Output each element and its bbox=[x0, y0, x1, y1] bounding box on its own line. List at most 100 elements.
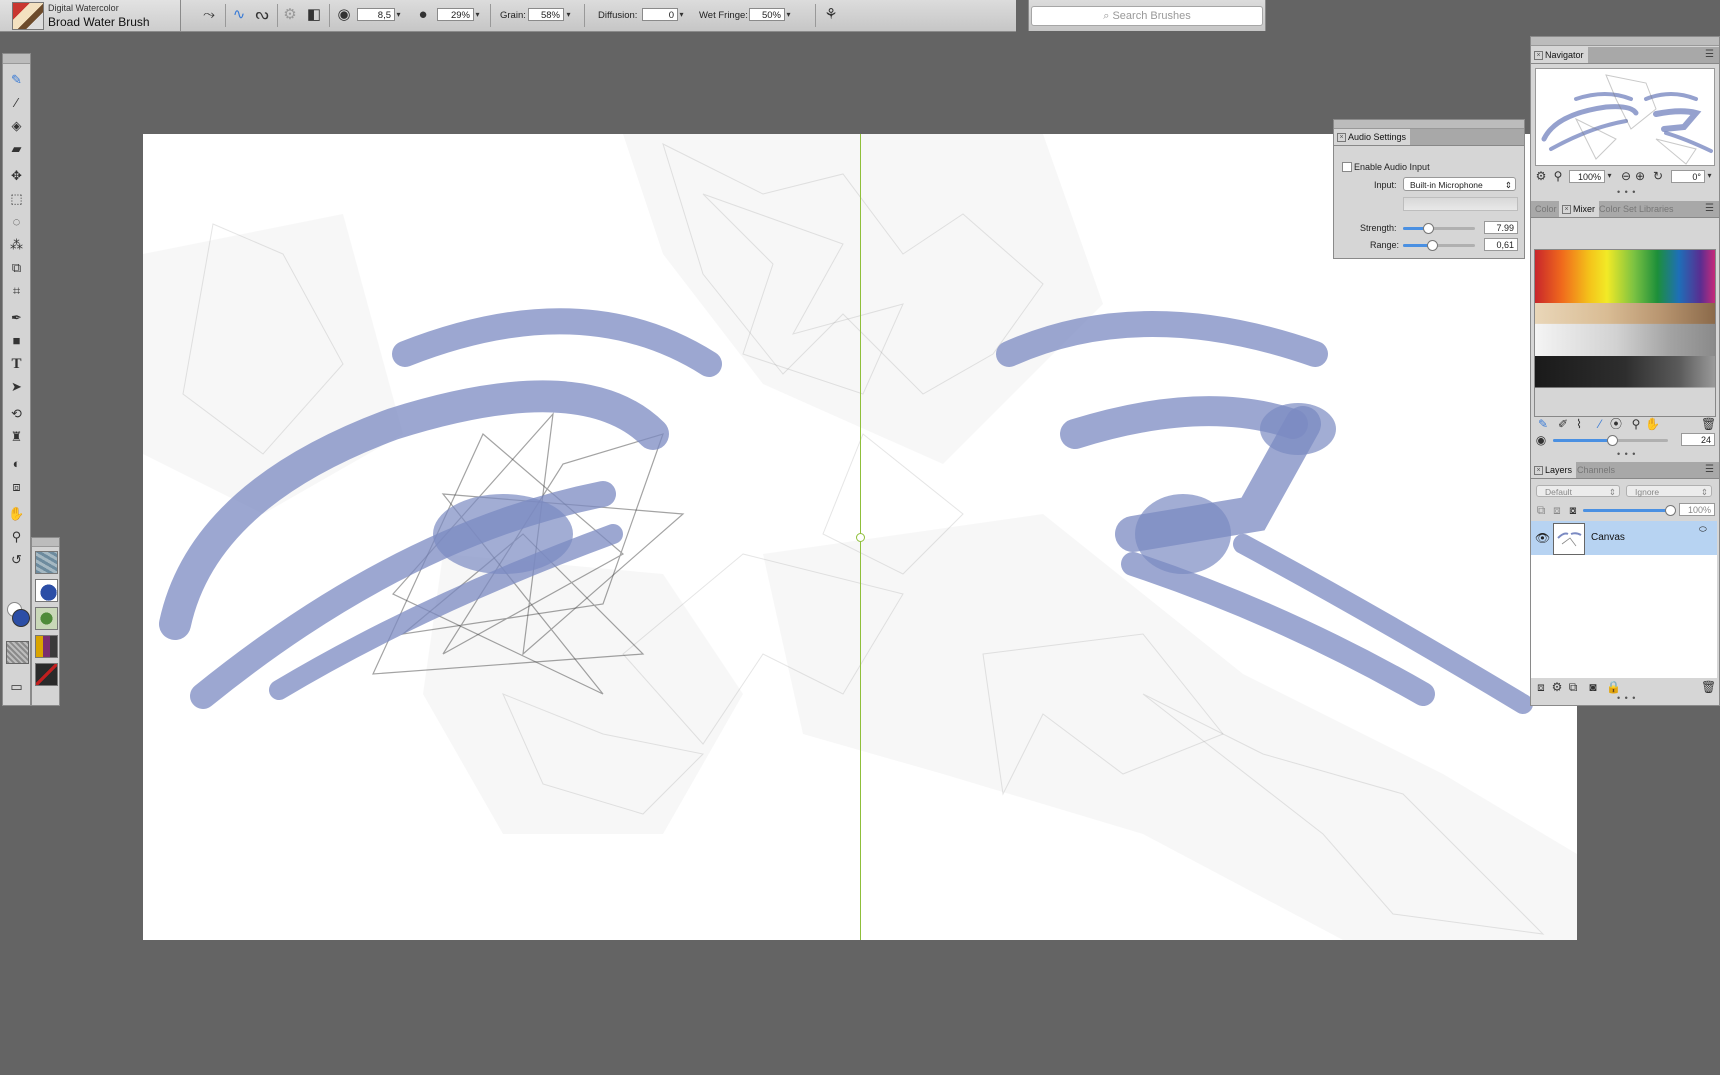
look-selector[interactable] bbox=[35, 663, 58, 686]
close-icon[interactable]: × bbox=[1337, 133, 1346, 142]
panel-menu-icon[interactable]: ☰ bbox=[1705, 465, 1715, 475]
weave-selector[interactable] bbox=[35, 635, 58, 658]
mixer-apply-color-icon[interactable]: ✐ bbox=[1556, 417, 1570, 431]
screen-mode-icon[interactable]: ▭ bbox=[6, 677, 27, 697]
close-icon[interactable]: × bbox=[1534, 466, 1543, 475]
rubber-stamp-tool-icon[interactable]: ♜ bbox=[6, 427, 27, 447]
paint-bucket-tool-icon[interactable]: ◈ bbox=[6, 116, 27, 136]
tab-channels[interactable]: Channels bbox=[1573, 462, 1619, 478]
layer-commands-icon[interactable]: ⧈ bbox=[1534, 680, 1548, 694]
magic-wand-tool-icon[interactable]: ⁂ bbox=[6, 235, 27, 255]
rotate-icon[interactable]: ↻ bbox=[1651, 169, 1665, 183]
clone-tool-icon[interactable]: ⟲ bbox=[6, 404, 27, 424]
tab-audio-settings[interactable]: × Audio Settings bbox=[1334, 129, 1411, 145]
rotation-dropdown-icon[interactable]: ▾ bbox=[1705, 170, 1714, 182]
pattern-selector[interactable] bbox=[35, 551, 58, 574]
brush-selector[interactable]: Digital Watercolor Broad Water Brush bbox=[0, 0, 181, 31]
dry-digital-watercolor-icon[interactable]: ⚘ bbox=[822, 6, 840, 24]
brush-dab-icon[interactable]: ◧ bbox=[305, 6, 323, 24]
mixer-zoom-icon[interactable]: ⚲ bbox=[1629, 417, 1643, 431]
wet-fringe-dropdown-icon[interactable]: ▾ bbox=[784, 9, 793, 21]
range-slider[interactable] bbox=[1403, 240, 1475, 251]
layer-visibility-option-icon[interactable]: ⧇ bbox=[1566, 503, 1580, 517]
opacity-field[interactable]: 29% bbox=[437, 8, 474, 21]
enable-audio-checkbox[interactable] bbox=[1342, 162, 1352, 172]
grain-dropdown-icon[interactable]: ▾ bbox=[564, 9, 573, 21]
input-select[interactable]: Built-in Microphone ⇕ bbox=[1403, 177, 1516, 191]
wet-fringe-field[interactable]: 50% bbox=[749, 8, 785, 21]
panel-resize-handle[interactable]: • • • bbox=[1617, 693, 1636, 703]
mixer-brush-size-slider[interactable] bbox=[1553, 435, 1668, 446]
mixer-pad[interactable] bbox=[1534, 249, 1716, 417]
panel-resize-handle[interactable]: • • • bbox=[1617, 449, 1636, 459]
mixer-size-knob[interactable] bbox=[1607, 435, 1618, 446]
stroke-straight-icon[interactable]: ᔓ bbox=[253, 6, 271, 24]
paper-selector[interactable] bbox=[6, 641, 29, 664]
layer-link-icon[interactable]: ⬭ bbox=[1699, 524, 1707, 535]
tab-color[interactable]: Color bbox=[1531, 201, 1561, 217]
rectangular-selection-tool-icon[interactable]: ⬚ bbox=[6, 189, 27, 209]
navigator-preview[interactable] bbox=[1535, 68, 1715, 166]
layer-adjuster-tool-icon[interactable]: ✥ bbox=[6, 166, 27, 186]
mixer-sample-color-icon[interactable]: ⁄ bbox=[1593, 417, 1607, 431]
gradient-selector[interactable] bbox=[35, 579, 58, 602]
range-slider-knob[interactable] bbox=[1427, 240, 1438, 251]
size-field[interactable]: 8,5 bbox=[357, 8, 395, 21]
grabber-tool-icon[interactable]: ✋ bbox=[6, 504, 27, 524]
transform-tool-icon[interactable]: ⧉ bbox=[6, 258, 27, 278]
rotation-field[interactable]: 0° bbox=[1671, 170, 1705, 183]
size-dropdown-icon[interactable]: ▾ bbox=[394, 9, 403, 21]
mirror-painting-tool-icon[interactable]: ⧈ bbox=[6, 477, 27, 497]
layer-row-canvas[interactable]: 👁 Canvas ⬭ bbox=[1531, 521, 1717, 555]
tab-color-set-libraries[interactable]: Color Set Libraries bbox=[1595, 201, 1678, 217]
panel-menu-icon[interactable]: ☰ bbox=[1705, 50, 1715, 60]
diffusion-field[interactable]: 0 bbox=[642, 8, 678, 21]
zoom-icon[interactable]: ⚲ bbox=[1551, 169, 1565, 183]
stroke-freehand-icon[interactable]: ∿ bbox=[230, 6, 248, 24]
panel-menu-icon[interactable]: ☰ bbox=[1705, 204, 1715, 214]
stroke-attributes-icon[interactable]: ⚙ bbox=[281, 6, 299, 24]
panel-resize-handle[interactable]: • • • bbox=[1617, 187, 1636, 197]
eye-icon[interactable]: 👁 bbox=[1535, 531, 1550, 545]
close-icon[interactable]: × bbox=[1534, 51, 1543, 60]
brush-tool-icon[interactable]: ✎ bbox=[6, 70, 27, 90]
nozzle-selector[interactable] bbox=[35, 607, 58, 630]
crop-tool-icon[interactable]: ⌗ bbox=[6, 281, 27, 301]
new-layer-icon[interactable]: ⧉ bbox=[1566, 680, 1580, 694]
dock-title-bar[interactable] bbox=[1531, 37, 1719, 46]
composite-method-select[interactable]: Default ⇕ bbox=[1536, 485, 1620, 497]
diffusion-dropdown-icon[interactable]: ▾ bbox=[677, 9, 686, 21]
tab-navigator[interactable]: × Navigator bbox=[1531, 47, 1588, 63]
mixer-dirty-brush-icon[interactable]: ✎ bbox=[1536, 417, 1550, 431]
layer-opacity-knob[interactable] bbox=[1665, 505, 1676, 516]
navigator-settings-icon[interactable]: ⚙ bbox=[1534, 169, 1548, 183]
strength-field[interactable]: 7.99 bbox=[1484, 221, 1518, 234]
zoom-out-icon[interactable]: ⊖ bbox=[1619, 169, 1633, 183]
panel-title-bar[interactable] bbox=[1334, 120, 1524, 129]
layer-opacity-field[interactable]: 100% bbox=[1679, 503, 1715, 516]
zoom-dropdown-icon[interactable]: ▾ bbox=[1605, 170, 1614, 182]
grain-field[interactable]: 58% bbox=[528, 8, 564, 21]
layer-opacity-slider[interactable] bbox=[1583, 505, 1676, 516]
pick-up-underlying-color-icon[interactable]: ⧉ bbox=[1534, 503, 1548, 517]
lock-layer-icon[interactable]: 🔒 bbox=[1606, 680, 1621, 694]
mixer-clear-icon[interactable]: 🗑 bbox=[1701, 417, 1716, 431]
lasso-tool-icon[interactable]: ◌ bbox=[6, 212, 27, 232]
delete-layer-icon[interactable]: 🗑 bbox=[1701, 680, 1716, 694]
zoom-field[interactable]: 100% bbox=[1569, 170, 1605, 183]
range-field[interactable]: 0,61 bbox=[1484, 238, 1518, 251]
opacity-dropdown-icon[interactable]: ▾ bbox=[473, 9, 482, 21]
guide-handle[interactable] bbox=[856, 533, 865, 542]
close-icon[interactable]: × bbox=[1562, 205, 1571, 214]
pen-tool-icon[interactable]: ✒ bbox=[6, 308, 27, 328]
dodge-tool-icon[interactable]: ◐ bbox=[6, 454, 27, 474]
rotate-page-tool-icon[interactable]: ↺ bbox=[6, 550, 27, 570]
strength-slider[interactable] bbox=[1403, 223, 1475, 234]
media-title-bar[interactable] bbox=[32, 538, 59, 547]
preserve-select[interactable]: Ignore ⇕ bbox=[1626, 485, 1712, 497]
shape-selection-tool-icon[interactable]: ➤ bbox=[6, 377, 27, 397]
mixer-pan-icon[interactable]: ✋ bbox=[1645, 417, 1660, 431]
dynamic-plugins-icon[interactable]: ⚙ bbox=[1550, 680, 1564, 694]
zoom-in-icon[interactable]: ⊕ bbox=[1633, 169, 1647, 183]
toolbox-title-bar[interactable] bbox=[3, 54, 30, 64]
